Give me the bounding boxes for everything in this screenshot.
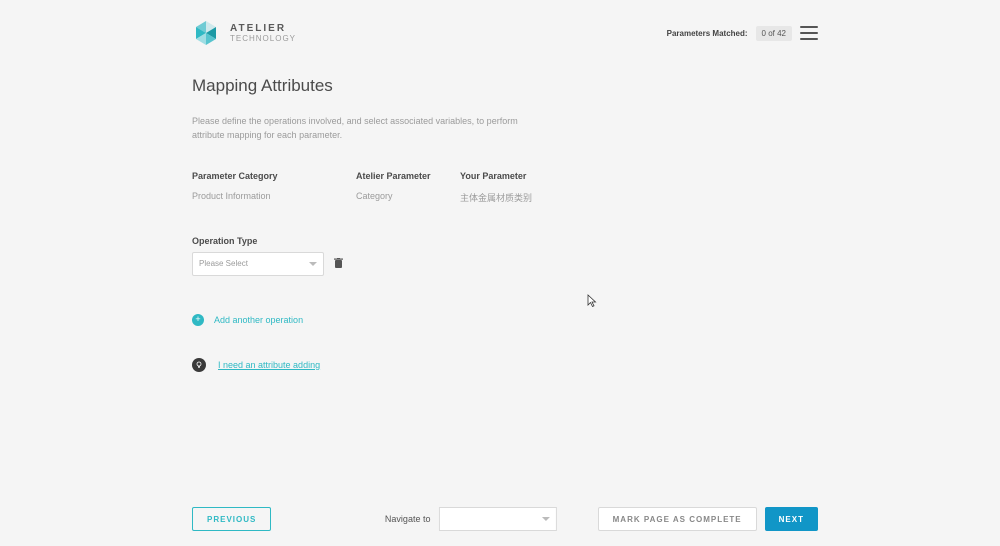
parameter-category-value: Product Information [192,191,356,201]
logo-mark-icon [192,19,220,47]
main-content: Mapping Attributes Please define the ope… [192,76,822,372]
mark-complete-button[interactable]: MARK PAGE AS COMPLETE [598,507,757,531]
header: ATELIER TECHNOLOGY Parameters Matched: 0… [192,18,818,48]
chevron-down-icon [541,517,549,521]
brand-name: ATELIER [230,23,296,34]
operation-section: Operation Type Please Select [192,236,822,276]
page-description: Please define the operations involved, a… [192,114,552,143]
page-title: Mapping Attributes [192,76,822,96]
need-attribute-row[interactable]: I need an attribute adding [192,358,822,372]
your-parameter-head: Your Parameter [460,171,620,181]
plus-circle-icon: + [192,314,204,326]
parameters-matched-badge: 0 of 42 [756,26,792,41]
add-operation-link: Add another operation [214,315,303,325]
parameter-category-head: Parameter Category [192,171,356,181]
parameter-columns: Parameter Category Product Information A… [192,171,822,204]
chevron-down-icon [309,262,317,266]
navigate-to-label: Navigate to [385,514,431,524]
atelier-parameter-head: Atelier Parameter [356,171,460,181]
navigate-to-select[interactable] [438,507,556,531]
operation-type-select[interactable]: Please Select [192,252,324,276]
your-parameter-value: 主体金属材质类别 [460,191,620,204]
next-button[interactable]: NEXT [765,507,818,531]
hamburger-menu-icon[interactable] [800,26,818,40]
add-operation-row[interactable]: + Add another operation [192,314,822,326]
operation-type-placeholder: Please Select [199,259,248,268]
parameters-matched-label: Parameters Matched: [667,29,748,38]
need-attribute-link: I need an attribute adding [218,360,320,370]
previous-button[interactable]: PREVIOUS [192,507,271,531]
brand-sub: TECHNOLOGY [230,34,296,43]
logo[interactable]: ATELIER TECHNOLOGY [192,19,296,47]
footer: PREVIOUS Navigate to MARK PAGE AS COMPLE… [192,504,818,534]
logo-text: ATELIER TECHNOLOGY [230,23,296,43]
lightbulb-circle-icon [192,358,206,372]
delete-operation-button[interactable] [334,258,343,269]
navigate-to-group: Navigate to [385,507,557,531]
trash-icon [334,258,343,269]
operation-type-label: Operation Type [192,236,822,246]
atelier-parameter-value: Category [356,191,460,201]
